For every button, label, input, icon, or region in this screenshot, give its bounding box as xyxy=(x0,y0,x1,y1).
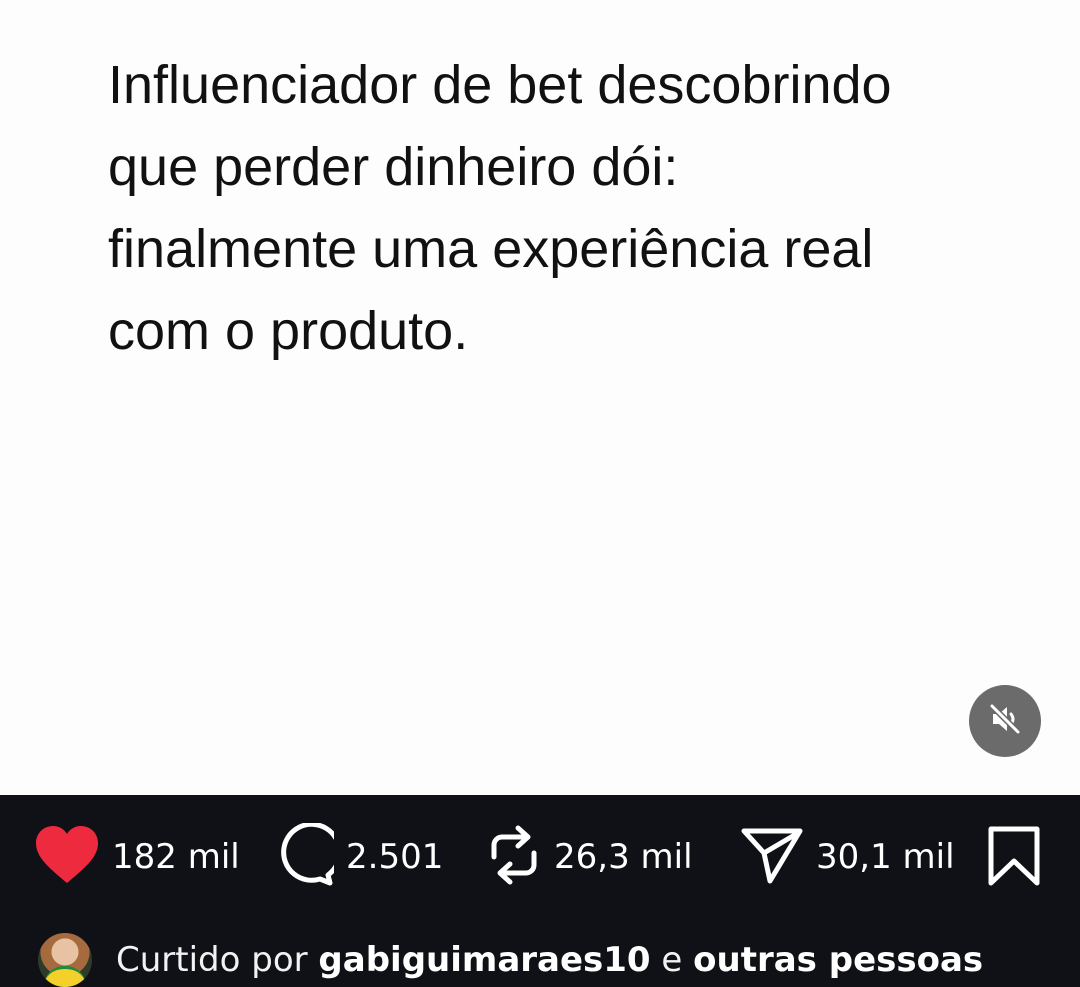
speaker-muted-icon xyxy=(987,701,1023,742)
bookmark-icon xyxy=(986,826,1042,893)
like-count: 182 mil xyxy=(112,837,240,877)
repost-button[interactable]: 26,3 mil xyxy=(486,825,693,889)
repost-icon xyxy=(486,823,542,892)
mute-button[interactable] xyxy=(969,685,1041,757)
avatar[interactable] xyxy=(38,933,92,987)
liked-by-others-link[interactable]: outras pessoas xyxy=(693,940,983,980)
save-button[interactable] xyxy=(986,825,1042,889)
caption-line-1: Influenciador de bet descobrindo xyxy=(108,55,892,115)
liked-by-row[interactable]: Curtido por gabiguimaraes10 e outras pes… xyxy=(38,933,983,987)
post-media[interactable]: Influenciador de bet descobrindo que per… xyxy=(0,0,1080,795)
heart-icon xyxy=(34,825,100,890)
caption-line-2: que perder dinheiro dói: xyxy=(108,137,679,197)
like-button[interactable]: 182 mil xyxy=(34,825,240,889)
caption-line-3: finalmente uma experiência real xyxy=(108,219,874,279)
post-caption: Influenciador de bet descobrindo que per… xyxy=(108,44,1008,372)
comment-button[interactable]: 2.501 xyxy=(270,821,444,892)
liked-by-user-link[interactable]: gabiguimaraes10 xyxy=(318,940,650,980)
share-button[interactable]: 30,1 mil xyxy=(740,825,955,889)
liked-by-connector: e xyxy=(661,940,683,980)
share-count: 30,1 mil xyxy=(816,837,955,877)
liked-by-prefix: Curtido por xyxy=(116,940,308,980)
liked-by-text: Curtido por gabiguimaraes10 e outras pes… xyxy=(116,940,983,980)
repost-count: 26,3 mil xyxy=(554,837,693,877)
comment-bubble-icon xyxy=(270,821,343,892)
caption-line-4: com o produto. xyxy=(108,301,469,361)
send-icon xyxy=(740,823,804,892)
comment-count: 2.501 xyxy=(346,837,444,877)
